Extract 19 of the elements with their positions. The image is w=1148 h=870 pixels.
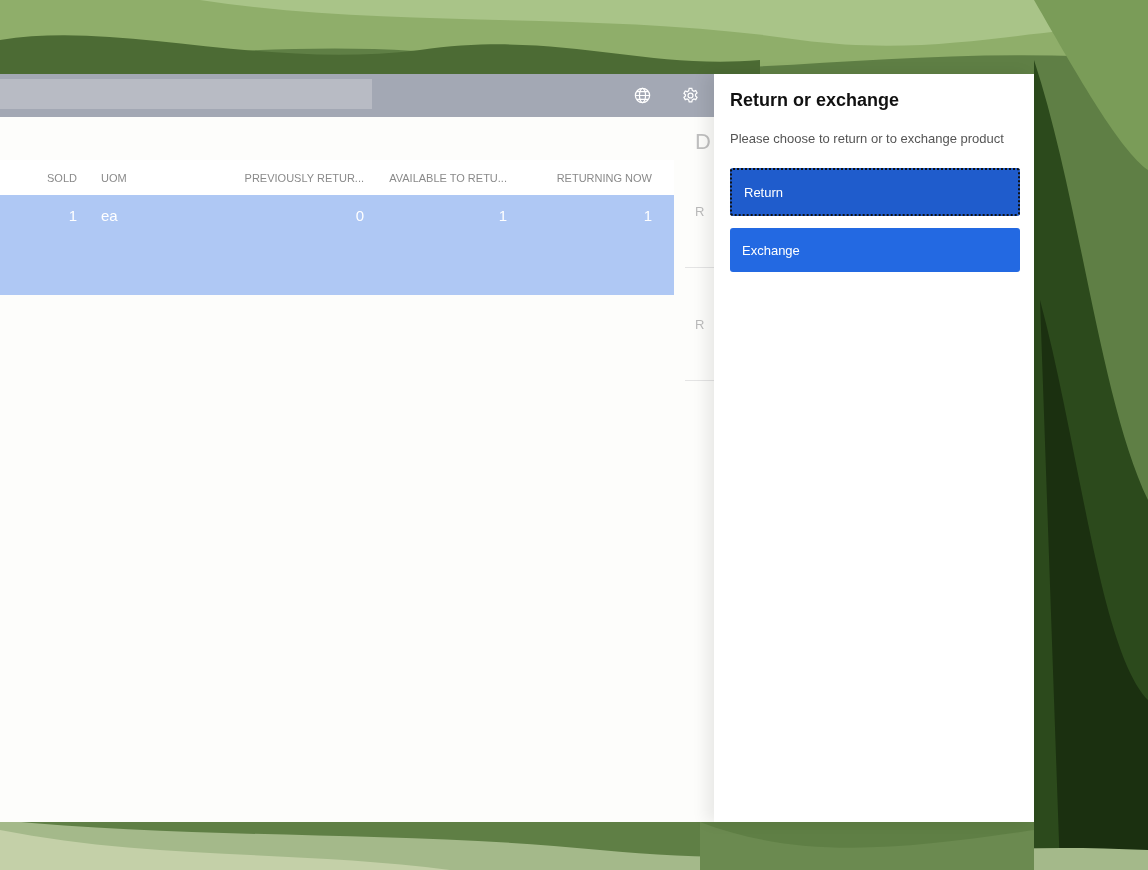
dialog-title: Return or exchange <box>730 90 900 111</box>
details-heading: D <box>695 129 712 155</box>
globe-icon[interactable] <box>633 86 652 105</box>
column-header: UOM <box>101 171 128 184</box>
table-cell-text: 0 <box>354 206 364 224</box>
column-header: SOLD <box>46 171 77 184</box>
field-label: R <box>695 316 705 332</box>
settings-icon[interactable] <box>681 86 700 105</box>
column-header: AVAILABLE TO RETU... <box>388 171 507 184</box>
column-header: PREVIOUSLY RETUR... <box>243 171 364 184</box>
table-cell-text: 1 <box>67 206 77 224</box>
field-label: R <box>695 203 705 219</box>
table-cell-text: 1 <box>642 206 652 224</box>
dialog-message: Please choose to return or to exchange product <box>730 131 1004 146</box>
option-button[interactable]: Return <box>730 168 1020 216</box>
table-cell-text: ea <box>101 206 119 224</box>
option-button[interactable]: Exchange <box>730 228 1020 272</box>
table-cell-text: 1 <box>497 206 507 224</box>
column-header: RETURNING NOW <box>555 171 652 184</box>
